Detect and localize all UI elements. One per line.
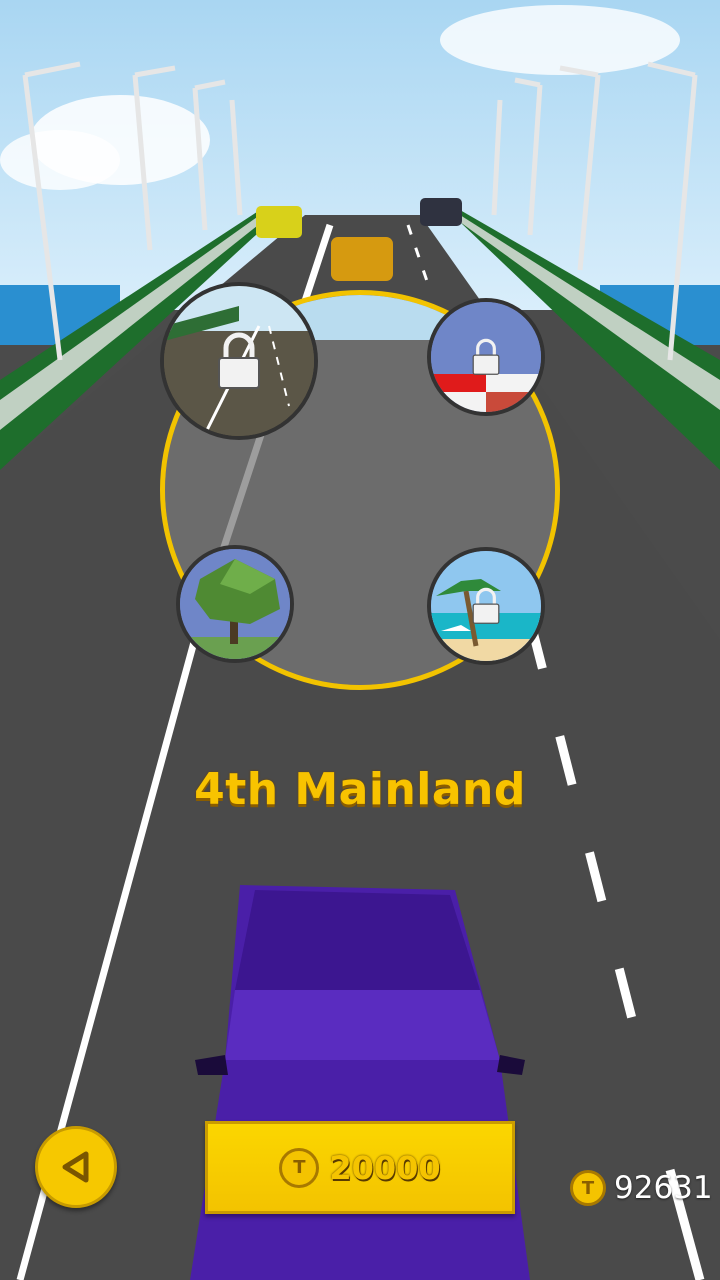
tree-icon xyxy=(180,549,290,659)
coin-balance-value: 92631 xyxy=(614,1170,713,1206)
map-name-title: 4th Mainland xyxy=(194,764,526,815)
back-arrow-icon xyxy=(62,1151,89,1183)
map-option-racetrack[interactable] xyxy=(427,298,545,416)
back-button[interactable] xyxy=(35,1126,117,1208)
map-option-bridge[interactable] xyxy=(160,282,318,440)
traffic-car-yellow xyxy=(256,206,302,238)
coin-icon: T xyxy=(570,1170,606,1206)
coin-balance: T 92631 xyxy=(570,1170,713,1206)
buy-map-button[interactable]: T 20000 xyxy=(205,1121,515,1214)
coin-icon: T xyxy=(279,1147,320,1188)
map-price: 20000 xyxy=(329,1148,441,1187)
traffic-car-dark xyxy=(420,198,462,226)
map-option-beach[interactable] xyxy=(427,547,545,665)
lock-icon xyxy=(472,587,500,624)
map-option-forest[interactable] xyxy=(176,545,294,663)
traffic-car-orange xyxy=(331,237,393,281)
lock-icon xyxy=(218,332,260,389)
lock-icon xyxy=(472,338,500,375)
